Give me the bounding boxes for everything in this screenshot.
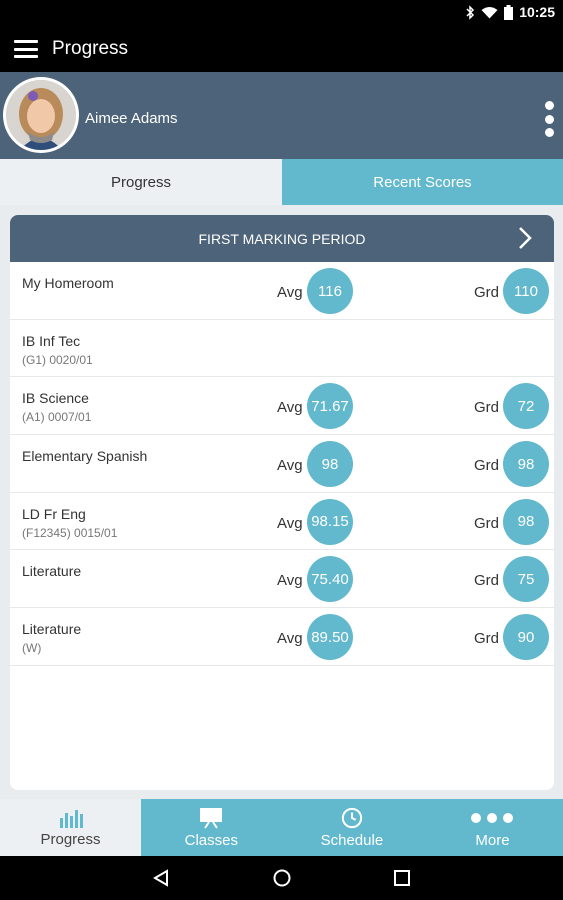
bluetooth-icon [466, 4, 475, 20]
clock-time: 10:25 [519, 4, 555, 20]
course-code: (G1) 0020/01 [22, 352, 93, 367]
course-name: My Homeroom [22, 275, 114, 291]
course-code: (W) [22, 641, 42, 656]
page-title: Progress [52, 38, 129, 59]
tab-recent-scores[interactable]: Recent Scores [282, 159, 563, 205]
grade-badge: 75 [503, 556, 549, 603]
course-code: (A1) 0007/01 [22, 410, 92, 425]
course-name: LD Fr Eng [22, 505, 86, 522]
chevron-right-icon[interactable] [518, 226, 532, 250]
clock-icon [341, 807, 363, 828]
app-bar: Progress [0, 26, 563, 72]
course-row[interactable]: Literature (W) Avg 89.50 Grd 90 [10, 608, 554, 666]
grade-badge: 98 [503, 441, 549, 488]
recents-icon[interactable] [393, 869, 411, 887]
avg-label: Avg [277, 630, 303, 648]
marking-period-title: FIRST MARKING PERIOD [198, 230, 366, 247]
avg-score-badge: 71.67 [307, 383, 353, 430]
avg-label: Avg [277, 514, 303, 532]
avg-score-badge: 116 [307, 268, 353, 314]
nav-more[interactable]: More [422, 799, 563, 856]
battery-icon [504, 4, 514, 20]
course-name: Elementary Spanish [22, 448, 148, 465]
student-name: Aimee Adams [85, 110, 178, 127]
three-dots-icon [471, 812, 514, 823]
wifi-icon [481, 6, 498, 18]
nav-label: Progress [40, 830, 101, 848]
grade-label: Grd [474, 514, 500, 532]
tab-progress[interactable]: Progress [0, 159, 282, 205]
avg-label: Avg [277, 572, 303, 590]
tab-bar: Progress Recent Scores [0, 159, 563, 205]
bottom-nav: Progress Classes Schedule More [0, 799, 563, 856]
grade-badge: 72 [503, 383, 549, 430]
back-icon[interactable] [152, 869, 170, 887]
grade-label: Grd [474, 457, 500, 475]
avg-label: Avg [277, 284, 303, 301]
grade-badge: 110 [503, 268, 549, 314]
marking-period-header[interactable]: FIRST MARKING PERIOD [10, 215, 554, 262]
presentation-board-icon [200, 807, 223, 829]
nav-schedule[interactable]: Schedule [281, 799, 423, 856]
course-row[interactable]: Elementary Spanish Avg 98 Grd 98 [10, 435, 554, 493]
more-vert-icon[interactable] [543, 101, 555, 137]
student-photo [6, 80, 76, 150]
student-header: Aimee Adams [0, 72, 563, 159]
avg-score-badge: 89.50 [307, 614, 353, 661]
avg-label: Avg [277, 399, 303, 417]
avatar[interactable] [3, 77, 79, 153]
system-nav-bar [0, 856, 563, 900]
status-bar: 10:25 [0, 0, 563, 26]
hamburger-menu-icon[interactable] [14, 40, 38, 58]
avg-label: Avg [277, 457, 303, 475]
course-name: IB Inf Tec [22, 332, 81, 349]
nav-label: Schedule [320, 831, 384, 849]
avg-score-badge: 98 [307, 441, 353, 488]
grade-label: Grd [474, 284, 500, 301]
grade-label: Grd [474, 572, 500, 590]
grade-label: Grd [474, 399, 500, 417]
nav-label: Classes [184, 831, 238, 849]
course-row[interactable]: My Homeroom Avg 116 Grd 110 [10, 262, 554, 320]
course-name: Literature [22, 621, 82, 638]
avg-score-badge: 75.40 [307, 556, 353, 603]
grade-badge: 90 [503, 614, 549, 661]
grade-label: Grd [474, 630, 500, 648]
home-icon[interactable] [272, 868, 292, 888]
nav-label: More [475, 831, 510, 849]
course-row[interactable]: IB Inf Tec (G1) 0020/01 [10, 320, 554, 378]
marking-period-card: FIRST MARKING PERIOD My Homeroom Avg 116… [10, 215, 554, 790]
course-row[interactable]: LD Fr Eng (F12345) 0015/01 Avg 98.15 Grd… [10, 493, 554, 551]
nav-progress[interactable]: Progress [0, 799, 141, 856]
course-name: Literature [22, 563, 82, 580]
course-name: IB Science [22, 390, 89, 407]
course-code: (F12345) 0015/01 [22, 525, 118, 540]
course-row[interactable]: IB Science (A1) 0007/01 Avg 71.67 Grd 72 [10, 377, 554, 436]
course-row[interactable]: Literature Avg 75.40 Grd 75 [10, 550, 554, 609]
bar-chart-icon [59, 809, 83, 828]
avg-score-badge: 98.15 [307, 498, 353, 545]
grade-badge: 98 [503, 498, 549, 545]
nav-classes[interactable]: Classes [141, 799, 282, 856]
